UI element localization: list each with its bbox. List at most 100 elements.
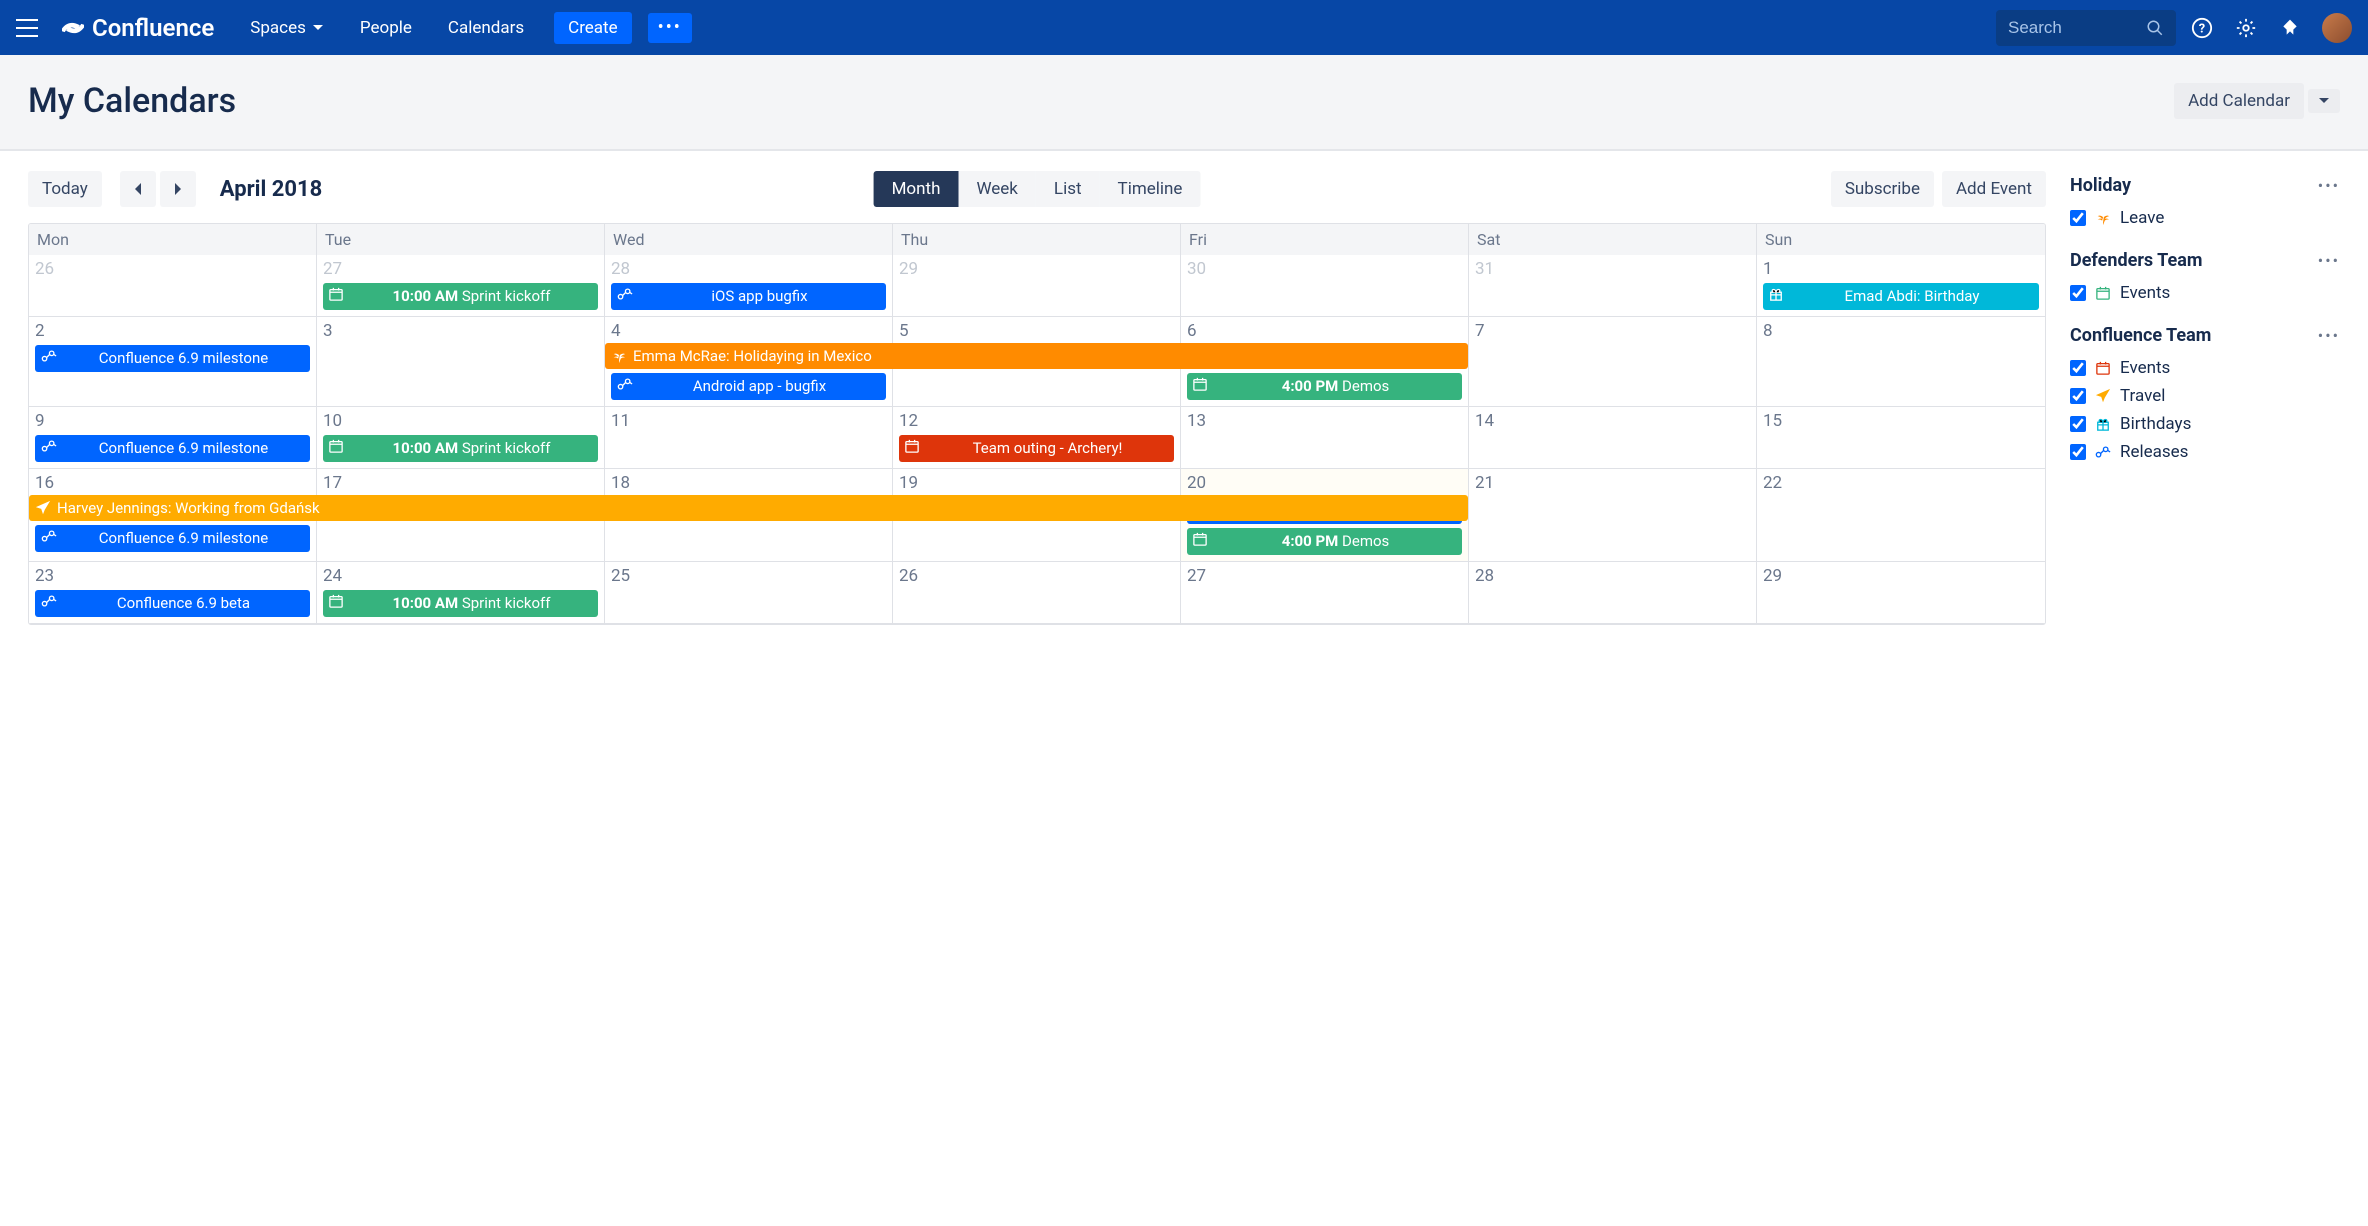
calendar-event-span[interactable]: Harvey Jennings: Working from Gdańsk bbox=[29, 495, 1468, 521]
calendar-cell[interactable]: 14 bbox=[1469, 407, 1757, 469]
confluence-logo[interactable]: Confluence bbox=[62, 14, 214, 42]
calendar-cell[interactable]: 2710:00 AM Sprint kickoff bbox=[317, 255, 605, 317]
event-text: 4:00 PM Demos bbox=[1215, 377, 1456, 395]
calendar-cell[interactable]: 2410:00 AM Sprint kickoff bbox=[317, 562, 605, 624]
sidebar-group-menu[interactable]: ••• bbox=[2318, 251, 2340, 270]
calendar-cell[interactable]: 28 bbox=[1469, 562, 1757, 624]
gear-icon[interactable] bbox=[2228, 10, 2264, 46]
calendar-cell[interactable]: 21 bbox=[1469, 469, 1757, 562]
calendar-event[interactable]: 10:00 AM Sprint kickoff bbox=[323, 590, 598, 617]
calendar-cell[interactable]: 16Confluence 6.9 milestoneHarvey Jenning… bbox=[29, 469, 317, 562]
sidebar-item-checkbox[interactable] bbox=[2070, 388, 2086, 404]
help-icon[interactable]: ? bbox=[2184, 10, 2220, 46]
calendar-cell[interactable]: 15 bbox=[1757, 407, 2045, 469]
notification-icon[interactable] bbox=[2272, 10, 2308, 46]
sidebar-item-checkbox[interactable] bbox=[2070, 360, 2086, 376]
calendar-cell[interactable]: 11 bbox=[605, 407, 893, 469]
calendar-cell[interactable]: 28iOS app bugfix bbox=[605, 255, 893, 317]
calendar-cell[interactable]: 8 bbox=[1757, 317, 2045, 407]
calendar-cell[interactable]: 9Confluence 6.9 milestone bbox=[29, 407, 317, 469]
calendar-event[interactable]: Confluence 6.9 beta bbox=[35, 590, 310, 617]
calendar-cell[interactable]: 30 bbox=[1181, 255, 1469, 317]
sidebar-group: Defenders Team•••Events bbox=[2070, 250, 2340, 307]
calendar-event[interactable]: 4:00 PM Demos bbox=[1187, 373, 1462, 400]
cal-icon bbox=[1193, 377, 1209, 391]
calendar-cell[interactable]: 7 bbox=[1469, 317, 1757, 407]
calendar-cell[interactable]: 4Android app - bugfixEmma McRae: Holiday… bbox=[605, 317, 893, 407]
calendar-event[interactable]: Confluence 6.9 milestone bbox=[35, 525, 310, 552]
calendar-cell[interactable]: 1010:00 AM Sprint kickoff bbox=[317, 407, 605, 469]
calendar-cell[interactable]: 31 bbox=[1469, 255, 1757, 317]
sidebar-group-menu[interactable]: ••• bbox=[2318, 176, 2340, 195]
calendar-cell[interactable]: 1Emad Abdi: Birthday bbox=[1757, 255, 2045, 317]
calendar-event[interactable]: Team outing - Archery! bbox=[899, 435, 1174, 462]
calendar-cell[interactable]: 13 bbox=[1181, 407, 1469, 469]
sidebar-item[interactable]: Events bbox=[2070, 279, 2340, 307]
calendar-cell[interactable]: 22 bbox=[1757, 469, 2045, 562]
view-month[interactable]: Month bbox=[874, 171, 959, 207]
event-text: 4:00 PM Demos bbox=[1215, 532, 1456, 550]
nav-spaces[interactable]: Spaces bbox=[236, 0, 338, 55]
calendar-event[interactable]: Confluence 6.9 milestone bbox=[35, 345, 310, 372]
calendar-event[interactable]: 4:00 PM Demos bbox=[1187, 528, 1462, 555]
more-button[interactable]: ••• bbox=[648, 13, 692, 43]
menu-icon[interactable] bbox=[16, 19, 44, 37]
today-button[interactable]: Today bbox=[28, 171, 102, 207]
nav-people[interactable]: People bbox=[346, 0, 426, 55]
calendar-event[interactable]: Confluence 6.9 milestone bbox=[35, 435, 310, 462]
gift-icon bbox=[2094, 415, 2112, 433]
sidebar-item[interactable]: Leave bbox=[2070, 204, 2340, 232]
prev-button[interactable] bbox=[120, 171, 156, 207]
calendar-cell[interactable]: 26 bbox=[29, 255, 317, 317]
rel-icon bbox=[2094, 443, 2112, 461]
sidebar-item[interactable]: Releases bbox=[2070, 438, 2340, 466]
cal-icon bbox=[329, 287, 345, 301]
view-week[interactable]: Week bbox=[958, 171, 1035, 207]
calendar-event[interactable]: iOS app bugfix bbox=[611, 283, 886, 310]
sidebar-item[interactable]: Birthdays bbox=[2070, 410, 2340, 438]
global-search[interactable] bbox=[1996, 10, 2176, 46]
sidebar-item-label: Events bbox=[2120, 358, 2170, 378]
view-timeline[interactable]: Timeline bbox=[1100, 171, 1201, 207]
sidebar-group-menu[interactable]: ••• bbox=[2318, 326, 2340, 345]
create-button[interactable]: Create bbox=[554, 12, 632, 44]
sidebar-item-checkbox[interactable] bbox=[2070, 285, 2086, 301]
calendar-event[interactable]: 10:00 AM Sprint kickoff bbox=[323, 435, 598, 462]
calendar-event[interactable]: Emad Abdi: Birthday bbox=[1763, 283, 2039, 310]
avatar[interactable] bbox=[2322, 13, 2352, 43]
calendar-event-span[interactable]: Emma McRae: Holidaying in Mexico bbox=[605, 343, 1468, 369]
search-input[interactable] bbox=[2008, 18, 2146, 38]
subscribe-button[interactable]: Subscribe bbox=[1831, 171, 1934, 207]
calendar-cell[interactable]: 23 Confluence 6.9 beta bbox=[29, 562, 317, 624]
sidebar-item-checkbox[interactable] bbox=[2070, 444, 2086, 460]
calendar-event[interactable]: Android app - bugfix bbox=[611, 373, 886, 400]
nav-calendars[interactable]: Calendars bbox=[434, 0, 538, 55]
sidebar-item[interactable]: Travel bbox=[2070, 382, 2340, 410]
day-header: Thu bbox=[893, 224, 1181, 255]
day-header: Fri bbox=[1181, 224, 1469, 255]
cal-icon bbox=[2094, 284, 2112, 302]
calendar-cell[interactable]: 25 bbox=[605, 562, 893, 624]
sidebar-item[interactable]: Events bbox=[2070, 354, 2340, 382]
calendar-cell[interactable]: 3 bbox=[317, 317, 605, 407]
subscribe-label: Subscribe bbox=[1845, 179, 1920, 199]
add-calendar-button[interactable]: Add Calendar bbox=[2174, 83, 2304, 119]
sidebar-item-checkbox[interactable] bbox=[2070, 416, 2086, 432]
calendar-cell[interactable]: 26 bbox=[893, 562, 1181, 624]
calendar-cell[interactable]: 12Team outing - Archery! bbox=[893, 407, 1181, 469]
day-number: 28 bbox=[1475, 566, 1750, 586]
calendar-cell[interactable]: 2Confluence 6.9 milestone bbox=[29, 317, 317, 407]
add-event-button[interactable]: Add Event bbox=[1942, 171, 2046, 207]
calendar-event[interactable]: 10:00 AM Sprint kickoff bbox=[323, 283, 598, 310]
calendar-cell[interactable]: 29 bbox=[893, 255, 1181, 317]
add-calendar-dropdown[interactable] bbox=[2308, 89, 2340, 113]
calendar-cell[interactable]: 29 bbox=[1757, 562, 2045, 624]
calendar-cell[interactable]: 27 bbox=[1181, 562, 1469, 624]
view-list[interactable]: List bbox=[1036, 171, 1100, 207]
sidebar-item-checkbox[interactable] bbox=[2070, 210, 2086, 226]
day-header: Sun bbox=[1757, 224, 2045, 255]
calendar-title: April 2018 bbox=[220, 177, 322, 202]
day-number: 23 bbox=[35, 566, 310, 586]
view-week-label: Week bbox=[976, 179, 1017, 199]
next-button[interactable] bbox=[160, 171, 196, 207]
